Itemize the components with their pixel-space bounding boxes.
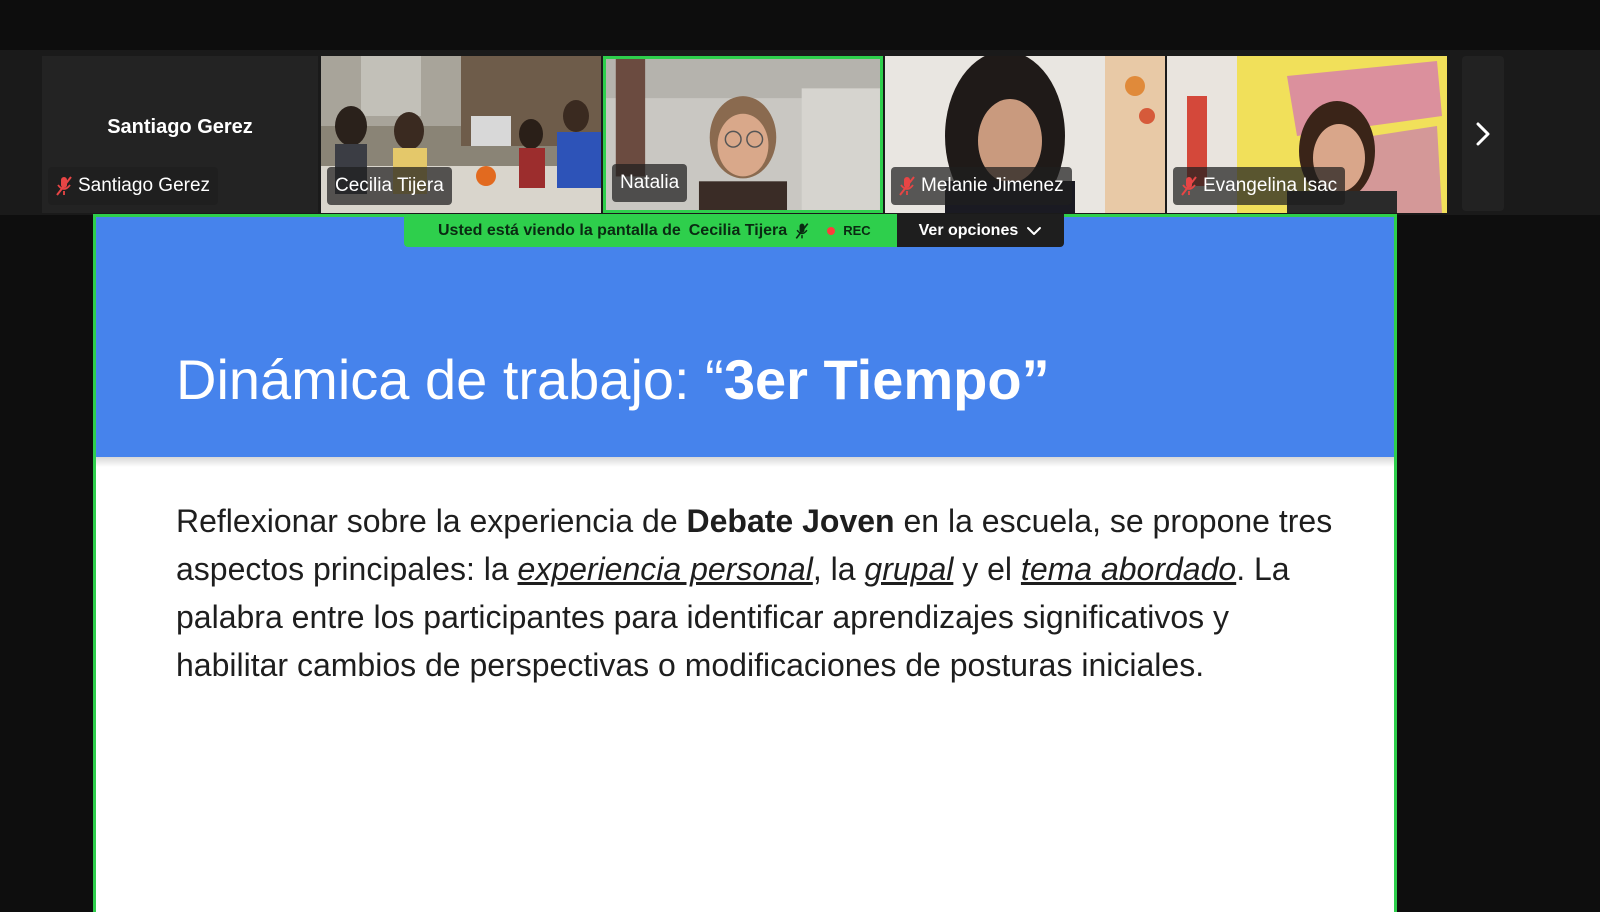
mic-muted-icon (795, 222, 809, 239)
slide-body-text: Reflexionar sobre la experiencia de Deba… (176, 497, 1336, 689)
share-status-text: Usted está viendo la pantalla de (438, 221, 681, 239)
slide-header: Dinámica de trabajo: “3er Tiempo” (96, 217, 1394, 457)
screen-share-banner: Usted está viendo la pantalla de Cecilia… (404, 214, 1065, 247)
slide-title-regular: Dinámica de trabajo: “ (176, 348, 724, 411)
participant-nameplate: Evangelina Isac (1173, 167, 1346, 205)
mic-muted-icon (56, 176, 72, 196)
body-emphasis-text: experiencia personal (517, 551, 813, 587)
participant-tile-melanie-jimenez[interactable]: Melanie Jimenez (885, 56, 1165, 213)
body-emphasis-text: grupal (864, 551, 954, 587)
body-bold-text: Debate Joven (686, 503, 895, 539)
participant-display-name: Santiago Gerez (107, 116, 253, 138)
participant-nameplate: Natalia (612, 164, 688, 202)
participant-name: Evangelina Isac (1203, 175, 1338, 196)
share-presenter-name: Cecilia Tijera (688, 221, 788, 239)
mic-muted-icon (1181, 176, 1197, 196)
participant-nameplate: Melanie Jimenez (891, 167, 1072, 205)
chevron-down-icon (1027, 226, 1042, 235)
top-bar (0, 0, 1600, 50)
recording-dot-icon (827, 226, 836, 235)
body-text: Reflexionar sobre la experiencia de (176, 503, 687, 539)
participant-tile-santiago-gerez[interactable]: Santiago Gerez Santiago Gerez (42, 56, 318, 213)
mic-muted-icon (899, 176, 915, 196)
body-text: , la (812, 551, 865, 587)
shared-screen: Dinámica de trabajo: “3er Tiempo” Reflex… (93, 214, 1397, 912)
body-text: y el (953, 551, 1021, 587)
participant-name: Natalia (620, 172, 680, 193)
slide-divider-shadow (96, 457, 1394, 467)
participant-name: Cecilia Tijera (335, 175, 444, 196)
body-emphasis-text: tema abordado (1020, 551, 1237, 587)
participant-tile-natalia[interactable]: Natalia (603, 56, 883, 213)
participant-nameplate: Cecilia Tijera (327, 167, 452, 205)
participant-tile-evangelina-isac[interactable]: Evangelina Isac (1167, 56, 1447, 213)
slide-title-bold: 3er Tiempo (723, 348, 1022, 411)
recording-label: REC (843, 223, 871, 238)
participant-name: Melanie Jimenez (921, 175, 1064, 196)
slide-title-close: ” (1021, 348, 1050, 411)
share-status: Usted está viendo la pantalla de Cecilia… (404, 214, 897, 247)
participant-tile-cecilia-tijera[interactable]: Cecilia Tijera (321, 56, 601, 213)
slide-title: Dinámica de trabajo: “3er Tiempo” (176, 347, 1050, 412)
participant-nameplate: Santiago Gerez (48, 167, 219, 205)
chevron-right-icon (1476, 122, 1490, 145)
participant-name: Santiago Gerez (78, 175, 211, 196)
view-options-button[interactable]: Ver opciones (896, 214, 1065, 247)
view-options-label: Ver opciones (918, 221, 1019, 239)
next-participants-button[interactable] (1462, 56, 1504, 211)
